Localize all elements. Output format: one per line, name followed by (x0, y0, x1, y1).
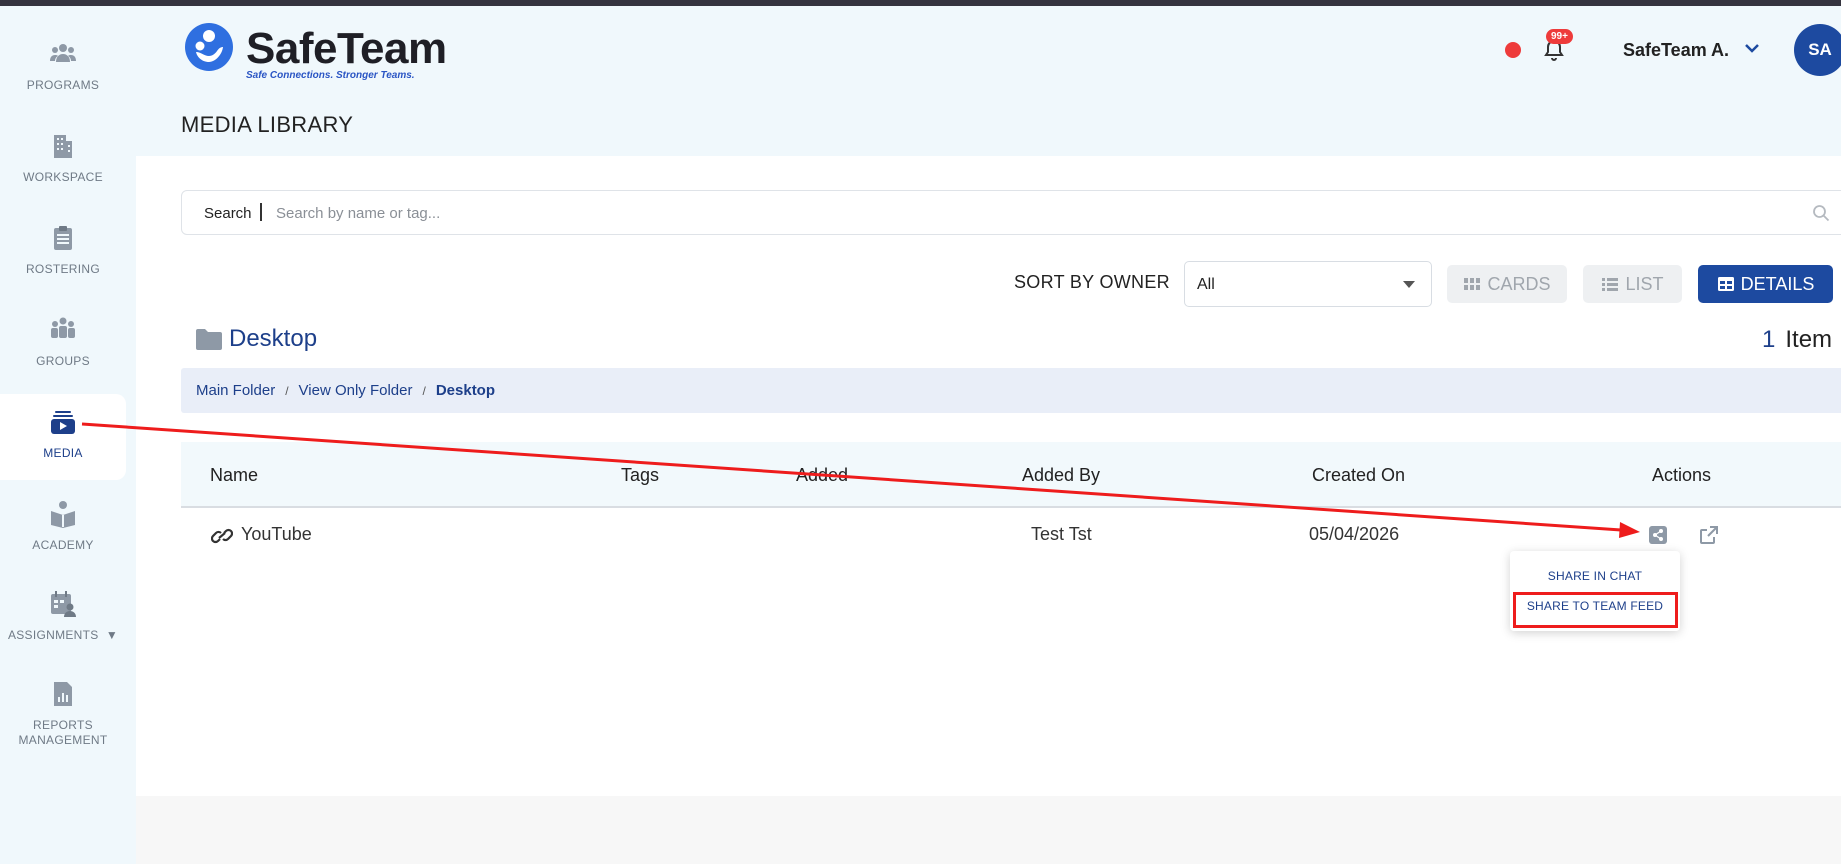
sidebar-item-media[interactable]: MEDIA (0, 394, 126, 480)
media-icon (51, 411, 75, 434)
sidebar-item-label: PROGRAMS (26, 78, 100, 92)
sidebar-item-label: ACADEMY (32, 538, 94, 552)
sidebar-item-groups[interactable]: GROUPS (0, 316, 126, 369)
group-icon (51, 317, 75, 338)
sidebar: PROGRAMS WORKSPACE ROSTERING GROUPS MEDI… (0, 6, 136, 864)
search-divider (260, 203, 262, 221)
recording-indicator (1505, 42, 1521, 58)
column-name[interactable]: Name (210, 465, 258, 486)
sidebar-item-rostering[interactable]: ROSTERING (0, 224, 126, 277)
cards-view-label: CARDS (1487, 273, 1551, 294)
sidebar-item-assignments[interactable]: ASSIGNMENTS ▼ (0, 590, 126, 643)
app-logo[interactable]: SafeTeam Safe Connections. Stronger Team… (184, 20, 447, 81)
sort-owner-value: All (1197, 276, 1215, 293)
calendar-user-icon (51, 591, 76, 617)
sidebar-item-reports[interactable]: REPORTS MANAGEMENT (0, 680, 126, 748)
page-title: MEDIA LIBRARY (181, 112, 354, 137)
breadcrumb-separator: / (285, 383, 289, 398)
sidebar-item-label: WORKSPACE (23, 170, 103, 184)
column-created-on[interactable]: Created On (1312, 465, 1405, 486)
details-view-button[interactable]: DETAILS (1698, 265, 1833, 303)
sidebar-item-label: ASSIGNMENTS ▼ (7, 628, 119, 642)
app-tagline: Safe Connections. Stronger Teams. (246, 70, 415, 81)
sidebar-item-label: REPORTS MANAGEMENT (18, 718, 108, 747)
sidebar-item-workspace[interactable]: WORKSPACE (0, 132, 126, 185)
chevron-down-icon: ▼ (105, 628, 119, 642)
app-name: SafeTeam (246, 24, 447, 73)
list-icon (1602, 278, 1619, 291)
table-icon (1717, 277, 1734, 291)
cards-view-button[interactable]: CARDS (1447, 265, 1567, 303)
row-created-on: 05/04/2026 (1309, 524, 1400, 544)
annotation-highlight-box (1513, 592, 1678, 628)
column-added-by[interactable]: Added By (1022, 465, 1100, 486)
sort-by-owner-label: SORT BY OWNER (1014, 272, 1170, 292)
breadcrumb-view-only-folder[interactable]: View Only Folder (299, 382, 413, 399)
folder-title: Desktop (229, 325, 318, 352)
search-label: Search (204, 205, 252, 222)
share-icon[interactable] (1648, 525, 1668, 545)
book-reader-icon (51, 501, 75, 528)
sidebar-item-label: ROSTERING (25, 262, 101, 276)
item-count: 1 Item (1762, 326, 1833, 353)
sidebar-item-academy[interactable]: ACADEMY (0, 500, 126, 553)
list-view-button[interactable]: LIST (1583, 265, 1682, 303)
folder-icon (196, 329, 222, 350)
row-name[interactable]: YouTube (241, 524, 312, 545)
column-added[interactable]: Added (796, 465, 848, 486)
sort-owner-select[interactable]: All (1184, 261, 1432, 307)
sidebar-item-label: MEDIA (43, 446, 83, 460)
building-icon (54, 135, 72, 158)
sidebar-item-programs[interactable]: PROGRAMS (0, 40, 126, 93)
safeteam-logo-icon (185, 23, 233, 71)
breadcrumb-current: Desktop (435, 382, 496, 399)
breadcrumb-separator: / (422, 383, 426, 398)
footer-area (136, 796, 1841, 864)
search-icon[interactable] (1812, 204, 1830, 222)
share-menu: SHARE IN CHAT SHARE TO TEAM FEED (1510, 551, 1680, 631)
clipboard-icon (54, 226, 72, 250)
external-link-icon[interactable] (1699, 525, 1719, 545)
list-view-label: LIST (1625, 273, 1664, 294)
row-added-by: Test Tst (1031, 524, 1092, 544)
sidebar-item-label: GROUPS (36, 354, 90, 368)
search-input[interactable] (276, 201, 1676, 225)
column-tags[interactable]: Tags (621, 465, 659, 486)
column-actions: Actions (1652, 465, 1712, 485)
search-bar: Search (181, 190, 1841, 235)
user-menu-name[interactable]: SafeTeam A. (1623, 40, 1729, 61)
chevron-down-icon (1403, 281, 1415, 288)
link-icon (211, 528, 233, 544)
notification-badge: 99+ (1546, 29, 1573, 44)
breadcrumb-main-folder[interactable]: Main Folder (196, 382, 275, 399)
table-header: Name Tags Added Added By Created On Acti… (181, 442, 1841, 508)
breadcrumb: Main Folder / View Only Folder / Desktop (181, 368, 1841, 413)
avatar[interactable]: SA (1794, 24, 1841, 76)
report-icon (54, 682, 72, 706)
window-top-bar (0, 0, 1841, 6)
share-in-chat-menu-item[interactable]: SHARE IN CHAT (1510, 569, 1680, 583)
people-icon (50, 44, 76, 62)
grid-icon (1464, 278, 1481, 290)
details-view-label: DETAILS (1740, 273, 1815, 294)
chevron-down-icon[interactable] (1743, 40, 1761, 56)
